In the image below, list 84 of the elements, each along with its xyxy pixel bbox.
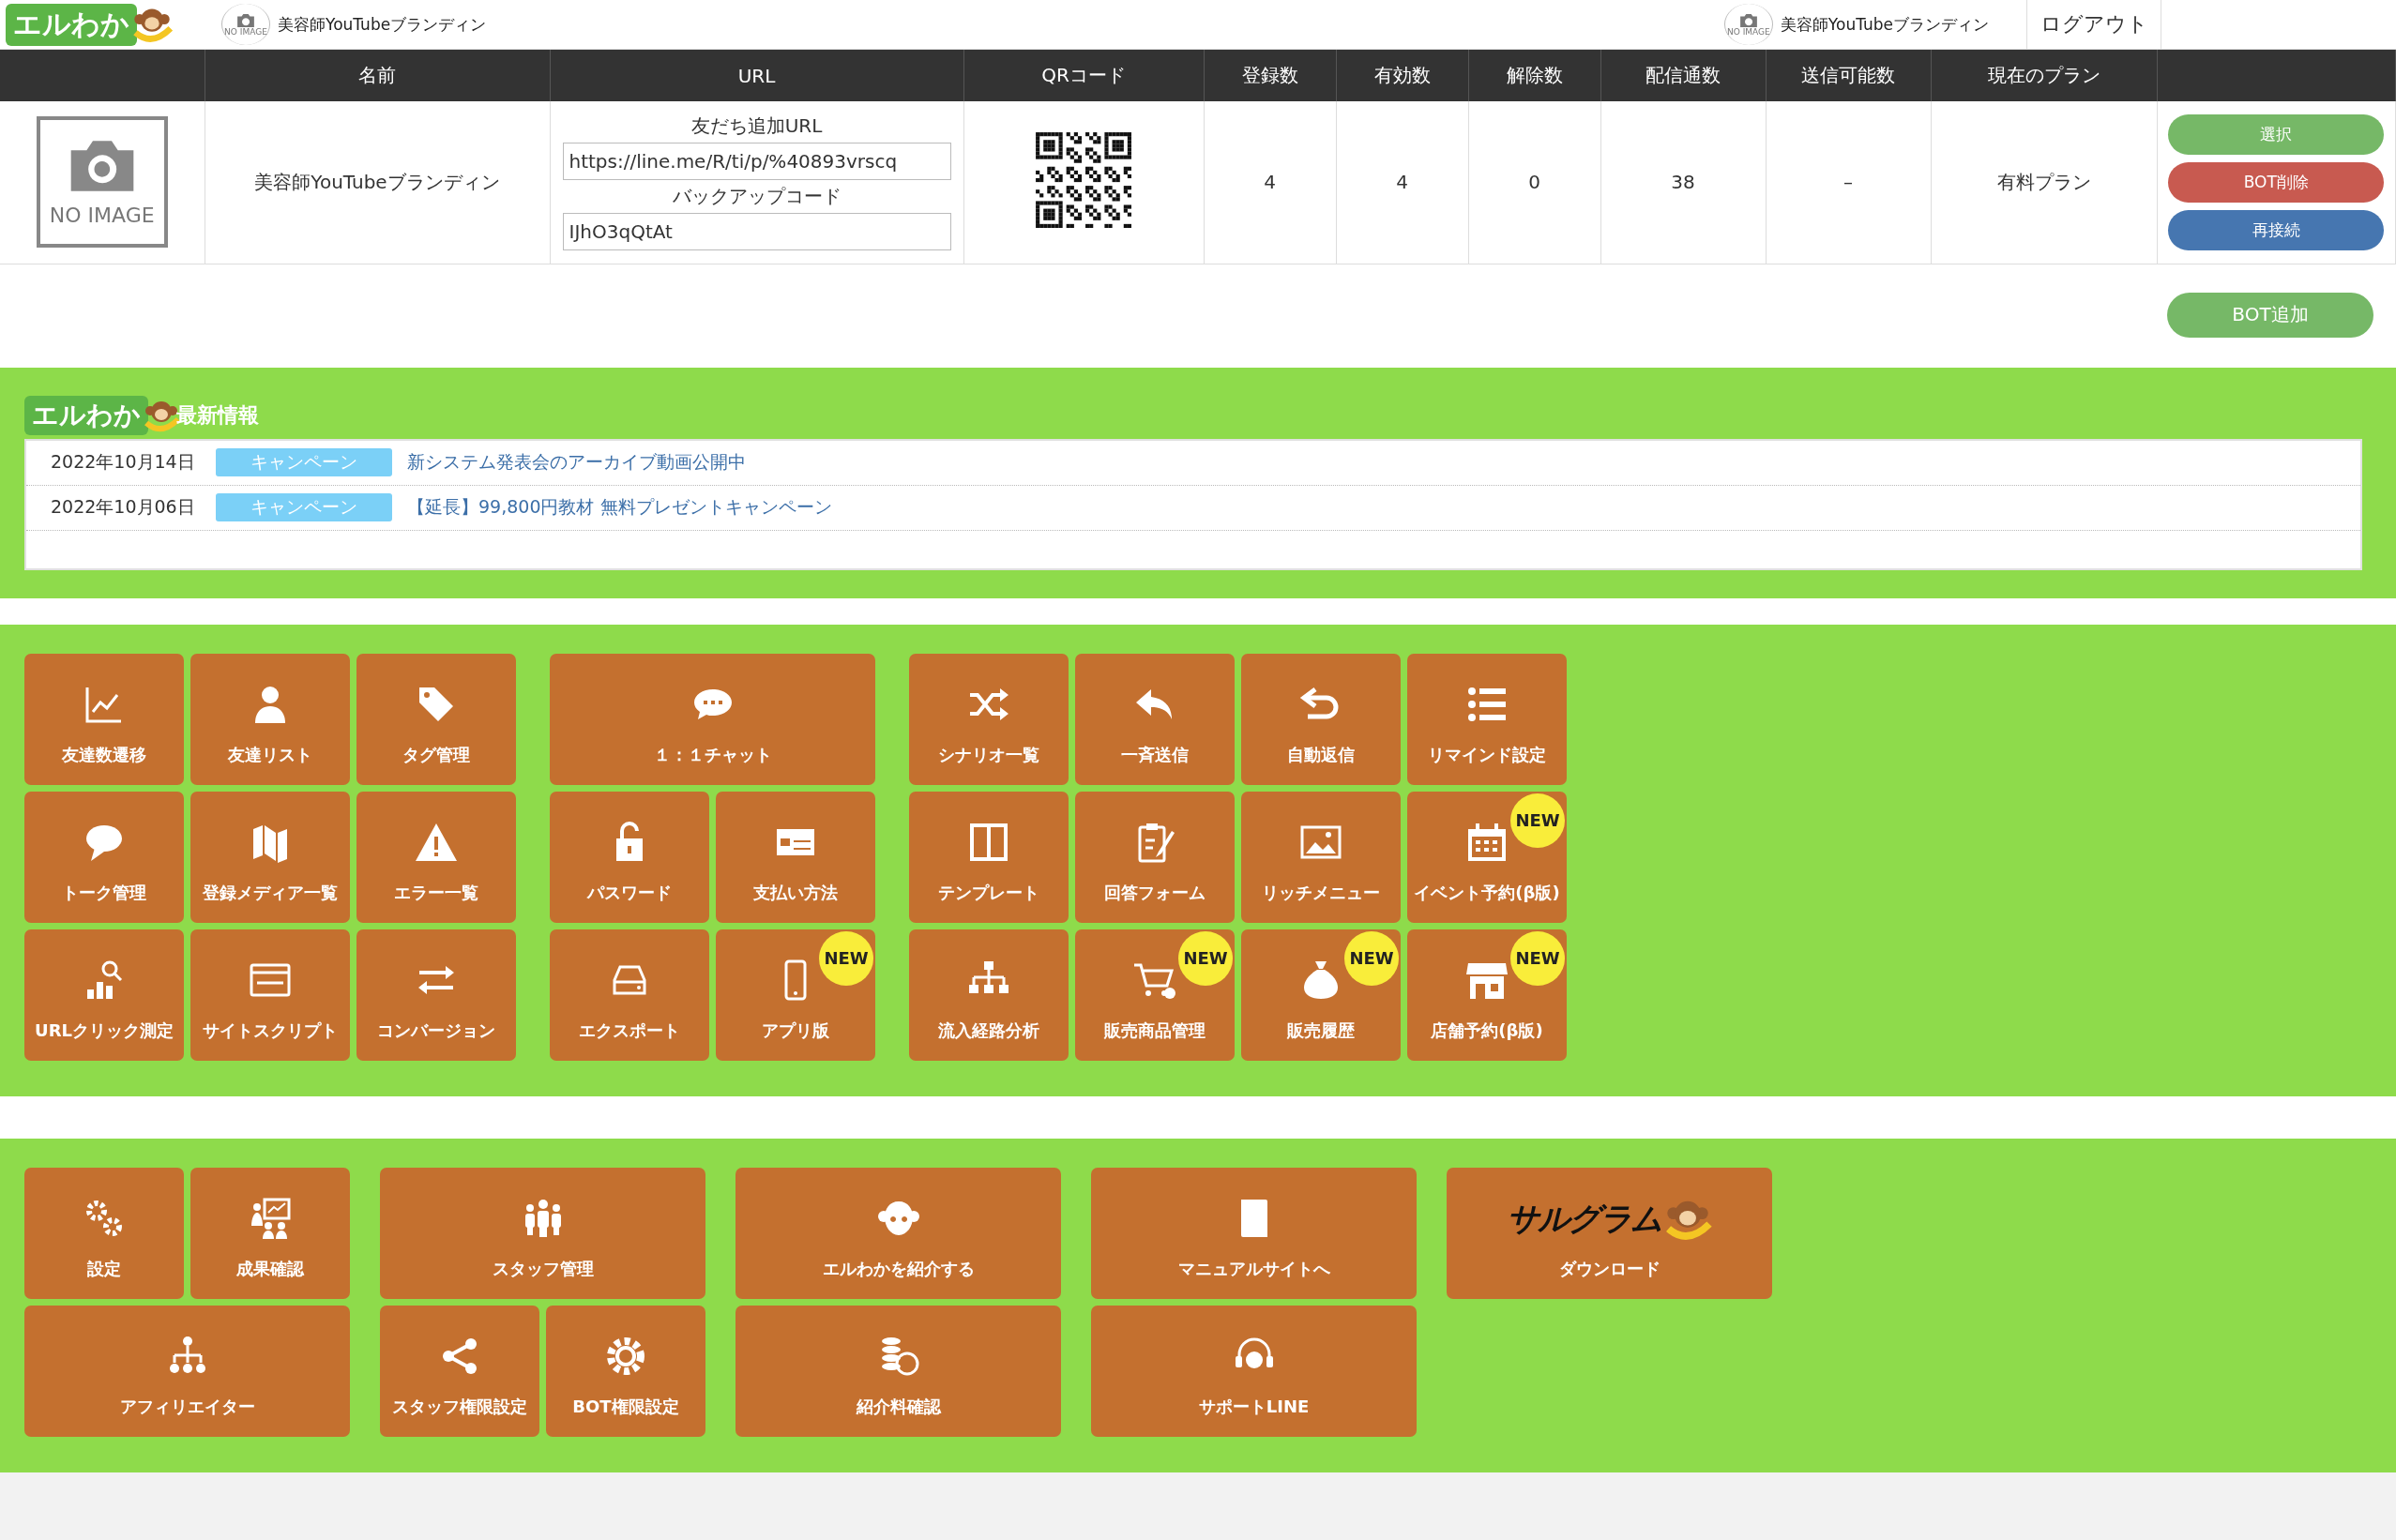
table-cell: – — [1766, 101, 1931, 264]
account-name: 美容師YouTubeブランディン — [278, 13, 487, 36]
logo-text: エルわか — [6, 3, 137, 46]
menu-tile[interactable]: アフィリエイター — [24, 1305, 350, 1437]
table-cell: 美容師YouTubeブランディン — [205, 101, 550, 264]
news-link[interactable]: 【延長】99,800円教材 無料プレゼントキャンペーン — [407, 495, 832, 520]
column-header: 有効数 — [1336, 50, 1468, 101]
column-header: 登録数 — [1204, 50, 1336, 101]
column-header: 配信通数 — [1600, 50, 1766, 101]
menu-tile[interactable]: トーク管理 — [24, 791, 184, 923]
table-cell: 4 — [1204, 101, 1336, 264]
camera-icon — [235, 12, 256, 28]
field-label: 友だち追加URL — [690, 113, 823, 140]
menu-tile[interactable]: テンプレート — [909, 791, 1069, 923]
add-bot-button[interactable]: BOT追加 — [2167, 292, 2373, 338]
avatar-caption: NO IMAGE — [1726, 27, 1770, 37]
avatar-caption: NO IMAGE — [224, 27, 267, 37]
menu-tile[interactable]: 回答フォーム — [1075, 791, 1235, 923]
menu-tile[interactable]: タグ管理 — [356, 653, 516, 785]
table-cell: 有料プラン — [1931, 101, 2157, 264]
menu-tile[interactable]: 設定 — [24, 1167, 184, 1299]
menu-tile[interactable]: 友達数遷移 — [24, 653, 184, 785]
new-badge: NEW — [819, 930, 873, 986]
table-cell: 4 — [1336, 101, 1468, 264]
menu-tile[interactable]: 登録メディア一覧 — [190, 791, 350, 923]
image-caption: NO IMAGE — [49, 203, 155, 227]
menu-tile[interactable]: NEW イベント予約(β版) — [1407, 791, 1567, 923]
action-button[interactable]: BOT削除 — [2168, 161, 2385, 203]
logout-button[interactable]: ログアウト — [2026, 0, 2161, 49]
menu-tile[interactable]: リマインド設定 — [1407, 653, 1567, 785]
column-header: 名前 — [205, 50, 550, 101]
menu-tile[interactable]: サイトスクリプト — [190, 929, 350, 1061]
url-field[interactable]: https://line.me/R/ti/p/%40893vrscq — [562, 143, 951, 181]
menu-tile[interactable]: サルグラム ダウンロード — [1447, 1167, 1772, 1299]
new-badge: NEW — [1178, 930, 1233, 986]
camera-icon — [1737, 12, 1759, 28]
news-date: 2022年10月06日 — [51, 495, 196, 519]
menu-tile[interactable]: エルわかを紹介する — [735, 1167, 1061, 1299]
action-button[interactable]: 再接続 — [2168, 209, 2385, 250]
menu-tile[interactable]: 支払い方法 — [716, 791, 875, 923]
logo-text: エルわか — [24, 395, 148, 435]
menu-tile[interactable]: マニュアルサイトへ — [1091, 1167, 1417, 1299]
new-badge: NEW — [1510, 930, 1565, 986]
action-button[interactable]: 選択 — [2168, 113, 2385, 155]
menu-tile[interactable]: 成果確認 — [190, 1167, 350, 1299]
category-tag: キャンペーン — [216, 448, 392, 476]
category-tag: キャンペーン — [216, 493, 392, 521]
account-name: 美容師YouTubeブランディン — [1780, 13, 1989, 36]
menu-tile[interactable]: エクスポート — [550, 929, 709, 1061]
news-link[interactable]: 新システム発表会のアーカイブ動画公開中 — [407, 450, 746, 475]
news-date: 2022年10月14日 — [51, 450, 196, 474]
table-cell: 0 — [1468, 101, 1600, 264]
menu-tile[interactable]: 紹介料確認 — [735, 1305, 1061, 1437]
menu-tile[interactable]: NEW 店舗予約(β版) — [1407, 929, 1567, 1061]
new-badge: NEW — [1510, 793, 1565, 848]
menu-tile[interactable]: シナリオ一覧 — [909, 653, 1069, 785]
menu-tile[interactable]: エラー一覧 — [356, 791, 516, 923]
column-header: 現在のプラン — [1931, 50, 2157, 101]
menu-tile[interactable]: コンバージョン — [356, 929, 516, 1061]
menu-tile[interactable]: スタッフ権限設定 — [380, 1305, 539, 1437]
column-header: 送信可能数 — [1766, 50, 1931, 101]
menu-tile[interactable]: BOT権限設定 — [546, 1305, 705, 1437]
backup-code-field[interactable]: IJhO3qQtAt — [562, 213, 951, 251]
app-logo: サルグラム — [1507, 1198, 1661, 1239]
column-header: URL — [550, 50, 963, 101]
menu-tile[interactable]: 自動返信 — [1241, 653, 1401, 785]
column-header: QRコード — [963, 50, 1204, 101]
menu-tile[interactable]: NEW 販売履歴 — [1241, 929, 1401, 1061]
menu-tile[interactable]: 一斉送信 — [1075, 653, 1235, 785]
menu-tile[interactable]: 流入経路分析 — [909, 929, 1069, 1061]
menu-tile[interactable]: URLクリック測定 — [24, 929, 184, 1061]
field-label: バックアップコード — [672, 184, 842, 210]
menu-tile[interactable]: NEW アプリ版 — [716, 929, 875, 1061]
menu-tile[interactable]: サポートLINE — [1091, 1305, 1417, 1437]
new-badge: NEW — [1344, 930, 1399, 986]
menu-tile[interactable]: リッチメニュー — [1241, 791, 1401, 923]
column-header: 解除数 — [1468, 50, 1600, 101]
menu-tile[interactable]: スタッフ管理 — [380, 1167, 705, 1299]
menu-tile[interactable]: 友達リスト — [190, 653, 350, 785]
section-title: 最新情報 — [176, 401, 259, 429]
menu-tile[interactable]: １：１チャット — [550, 653, 875, 785]
table-cell: 38 — [1600, 101, 1766, 264]
menu-tile[interactable]: NEW 販売商品管理 — [1075, 929, 1235, 1061]
menu-tile[interactable]: パスワード — [550, 791, 709, 923]
